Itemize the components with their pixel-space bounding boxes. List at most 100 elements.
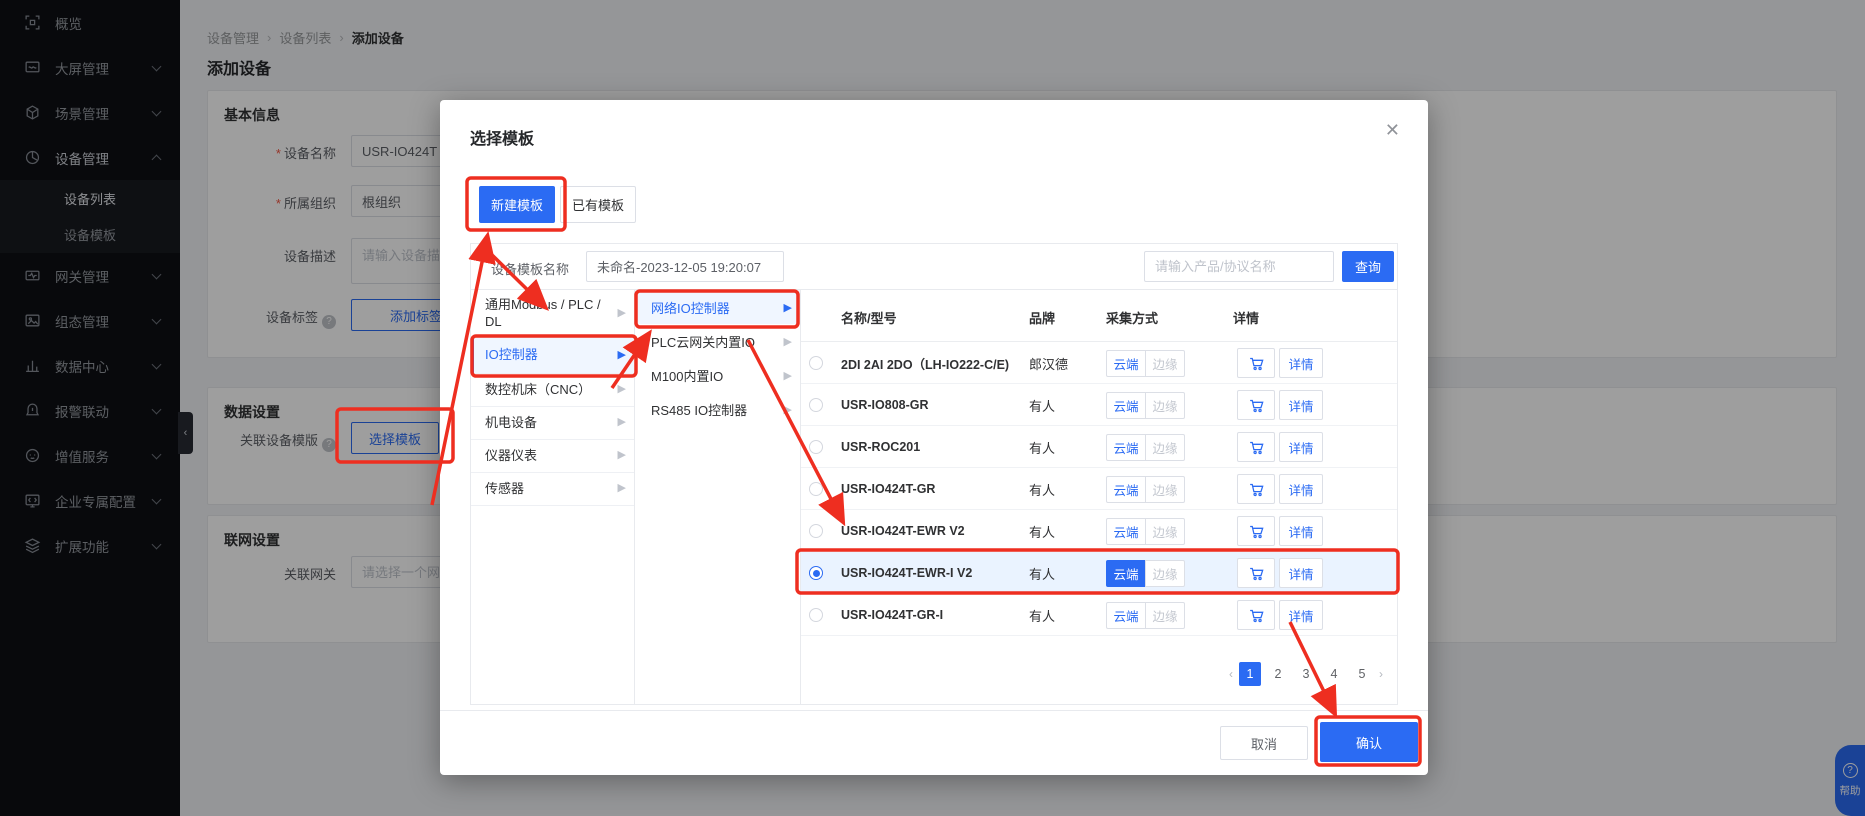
subcategory-label: 网络IO控制器 (651, 298, 730, 317)
table-body: 2DI 2AI 2DO（LH-IO222-C/E) 郎汉德 云端边缘 详情 US… (801, 342, 1397, 636)
detail-button[interactable]: 详情 (1279, 558, 1323, 588)
detail-button[interactable]: 详情 (1279, 348, 1323, 378)
table-row[interactable]: USR-IO808-GR 有人 云端边缘 详情 (801, 384, 1397, 426)
edge-mode-button[interactable]: 边缘 (1145, 602, 1185, 629)
table-row[interactable]: USR-IO424T-EWR V2 有人 云端边缘 详情 (801, 510, 1397, 552)
category-item-cnc[interactable]: 数控机床（CNC）▶ (471, 374, 634, 407)
table-row-selected[interactable]: USR-IO424T-EWR-I V2 有人 云端边缘 详情 (801, 552, 1397, 594)
edge-mode-button[interactable]: 边缘 (1145, 476, 1185, 503)
table-row[interactable]: USR-IO424T-GR-I 有人 云端边缘 详情 (801, 594, 1397, 636)
edge-mode-button[interactable]: 边缘 (1145, 434, 1185, 461)
tab-existing-template[interactable]: 已有模板 (560, 186, 636, 223)
template-table: 名称/型号 品牌 采集方式 详情 2DI 2AI 2DO（LH-IO222-C/… (801, 290, 1397, 704)
row-radio[interactable] (809, 482, 823, 496)
table-row[interactable]: USR-ROC201 有人 云端边缘 详情 (801, 426, 1397, 468)
page-prev-icon[interactable]: ‹ (1229, 667, 1233, 681)
collect-mode-toggle: 云端边缘 (1106, 392, 1185, 419)
cancel-button[interactable]: 取消 (1220, 726, 1308, 760)
category-label: 通用Modbus / PLC / DL (485, 297, 610, 330)
page-next-icon[interactable]: › (1379, 667, 1383, 681)
caret-right-icon: ▶ (618, 307, 626, 321)
caret-right-icon: ▶ (618, 349, 626, 363)
row-brand: 郎汉德 (1029, 342, 1068, 384)
cart-icon (1248, 523, 1265, 540)
cloud-mode-button[interactable]: 云端 (1106, 434, 1146, 461)
modal-title: 选择模板 (470, 125, 534, 149)
cart-button[interactable] (1237, 558, 1275, 588)
detail-button[interactable]: 详情 (1279, 600, 1323, 630)
confirm-button[interactable]: 确认 (1320, 722, 1418, 762)
collect-mode-toggle: 云端边缘 (1106, 602, 1185, 629)
collect-mode-toggle: 云端边缘 (1106, 434, 1185, 461)
collect-mode-toggle: 云端边缘 (1106, 518, 1185, 545)
subcategory-item-rs485-io[interactable]: RS485 IO控制器 ▶ (635, 392, 800, 426)
cloud-mode-button[interactable]: 云端 (1106, 602, 1146, 629)
category-item-instrument[interactable]: 仪器仪表▶ (471, 440, 634, 473)
table-header: 名称/型号 品牌 采集方式 详情 (801, 290, 1397, 342)
product-search-input[interactable] (1144, 251, 1334, 282)
row-brand: 有人 (1029, 594, 1055, 636)
edge-mode-button[interactable]: 边缘 (1145, 350, 1185, 377)
subcategory-label: RS485 IO控制器 (651, 400, 747, 419)
edge-mode-button[interactable]: 边缘 (1145, 518, 1185, 545)
cart-button[interactable] (1237, 474, 1275, 504)
caret-right-icon: ▶ (618, 482, 626, 496)
caret-right-icon: ▶ (784, 403, 792, 416)
cloud-mode-button[interactable]: 云端 (1106, 518, 1146, 545)
row-radio[interactable] (809, 398, 823, 412)
cart-button[interactable] (1237, 516, 1275, 546)
detail-button[interactable]: 详情 (1279, 516, 1323, 546)
detail-button[interactable]: 详情 (1279, 474, 1323, 504)
detail-button[interactable]: 详情 (1279, 432, 1323, 462)
cloud-mode-button[interactable]: 云端 (1106, 350, 1146, 377)
row-brand: 有人 (1029, 384, 1055, 426)
template-name-row: 设备模板名称 查询 (471, 244, 1397, 290)
category-item-io-controller[interactable]: IO控制器▶ (471, 338, 634, 374)
header-detail: 详情 (1233, 308, 1259, 327)
row-radio[interactable] (809, 440, 823, 454)
tab-new-template[interactable]: 新建模板 (479, 186, 555, 223)
subcategory-label: M100内置IO (651, 366, 723, 385)
row-radio[interactable] (809, 524, 823, 538)
row-radio[interactable] (809, 356, 823, 370)
row-name: 2DI 2AI 2DO（LH-IO222-C/E) (841, 342, 1009, 384)
cart-button[interactable] (1237, 432, 1275, 462)
category-label: 仪器仪表 (485, 448, 537, 464)
page-2[interactable]: 2 (1267, 662, 1289, 686)
cart-button[interactable] (1237, 348, 1275, 378)
cart-button[interactable] (1237, 390, 1275, 420)
edge-mode-button[interactable]: 边缘 (1145, 560, 1185, 587)
search-button[interactable]: 查询 (1342, 251, 1394, 282)
subcategory-label: PLC云网关内置IO (651, 332, 755, 351)
cloud-mode-button-selected[interactable]: 云端 (1106, 560, 1146, 587)
row-name: USR-IO424T-EWR V2 (841, 510, 965, 552)
detail-button[interactable]: 详情 (1279, 390, 1323, 420)
cloud-mode-button[interactable]: 云端 (1106, 392, 1146, 419)
page-5[interactable]: 5 (1351, 662, 1373, 686)
row-radio[interactable] (809, 608, 823, 622)
cart-button[interactable] (1237, 600, 1275, 630)
edge-mode-button[interactable]: 边缘 (1145, 392, 1185, 419)
category-item-electromechanical[interactable]: 机电设备▶ (471, 407, 634, 440)
caret-right-icon: ▶ (784, 335, 792, 348)
subcategory-item-plc-cloud-io[interactable]: PLC云网关内置IO ▶ (635, 324, 800, 358)
page-3[interactable]: 3 (1295, 662, 1317, 686)
caret-right-icon: ▶ (784, 369, 792, 382)
table-row[interactable]: USR-IO424T-GR 有人 云端边缘 详情 (801, 468, 1397, 510)
cart-icon (1248, 481, 1265, 498)
page-4[interactable]: 4 (1323, 662, 1345, 686)
table-row[interactable]: 2DI 2AI 2DO（LH-IO222-C/E) 郎汉德 云端边缘 详情 (801, 342, 1397, 384)
page-1[interactable]: 1 (1239, 662, 1261, 686)
cloud-mode-button[interactable]: 云端 (1106, 476, 1146, 503)
footer-divider (440, 710, 1428, 711)
cart-icon (1248, 355, 1265, 372)
row-name: USR-IO424T-GR (841, 468, 935, 510)
row-radio-selected[interactable] (809, 566, 823, 580)
category-item-modbus[interactable]: 通用Modbus / PLC / DL ▶ (471, 290, 634, 338)
collect-mode-toggle: 云端边缘 (1106, 350, 1185, 377)
subcategory-item-m100-io[interactable]: M100内置IO ▶ (635, 358, 800, 392)
category-item-sensor[interactable]: 传感器▶ (471, 473, 634, 506)
close-icon[interactable]: ✕ (1385, 120, 1400, 141)
template-name-input[interactable] (586, 251, 784, 282)
subcategory-item-network-io[interactable]: 网络IO控制器▶ (635, 290, 800, 324)
